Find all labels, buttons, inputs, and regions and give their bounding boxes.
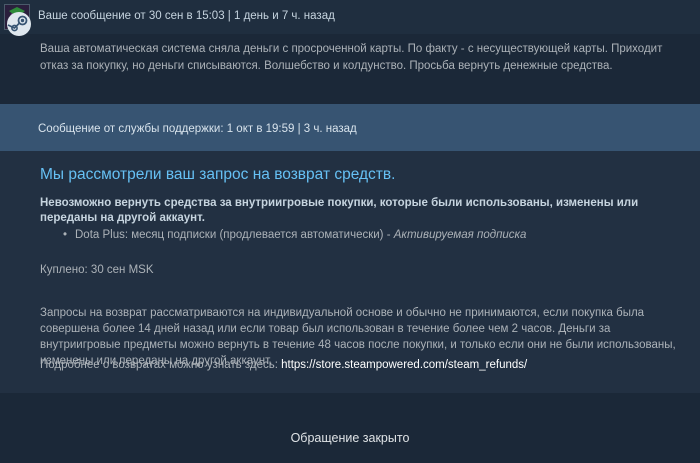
support-message-meta: Сообщение от службы поддержки: 1 окт в 1… bbox=[38, 123, 357, 135]
item-separator: - bbox=[383, 229, 394, 241]
user-message-meta: Ваше сообщение от 30 сен в 15:03 | 1 ден… bbox=[38, 10, 335, 22]
item-name: Dota Plus: месяц подписки (продлевается … bbox=[75, 229, 384, 241]
refund-info-label: Подробнее о возвратах можно узнать здесь… bbox=[40, 359, 282, 371]
purchase-date: Куплено: 30 сен MSK bbox=[40, 264, 154, 276]
refund-info: Подробнее о возвратах можно узнать здесь… bbox=[40, 359, 527, 371]
steam-logo-icon bbox=[7, 12, 31, 36]
ticket-closed-status: Обращение закрыто bbox=[290, 431, 410, 445]
purchase-item: • Dota Plus: месяц подписки (продлеваетс… bbox=[63, 229, 527, 241]
user-message-body: Ваша автоматическая система сняла деньги… bbox=[40, 43, 663, 72]
refund-title: Мы рассмотрели ваш запрос на возврат сре… bbox=[40, 166, 396, 183]
item-status: Активируемая подписка bbox=[393, 229, 527, 241]
bullet-icon: • bbox=[63, 229, 68, 241]
refund-info-link[interactable]: https://store.steampowered.com/steam_ref… bbox=[281, 359, 527, 371]
refund-notice: Невозможно вернуть средства за внутриигр… bbox=[40, 197, 639, 224]
